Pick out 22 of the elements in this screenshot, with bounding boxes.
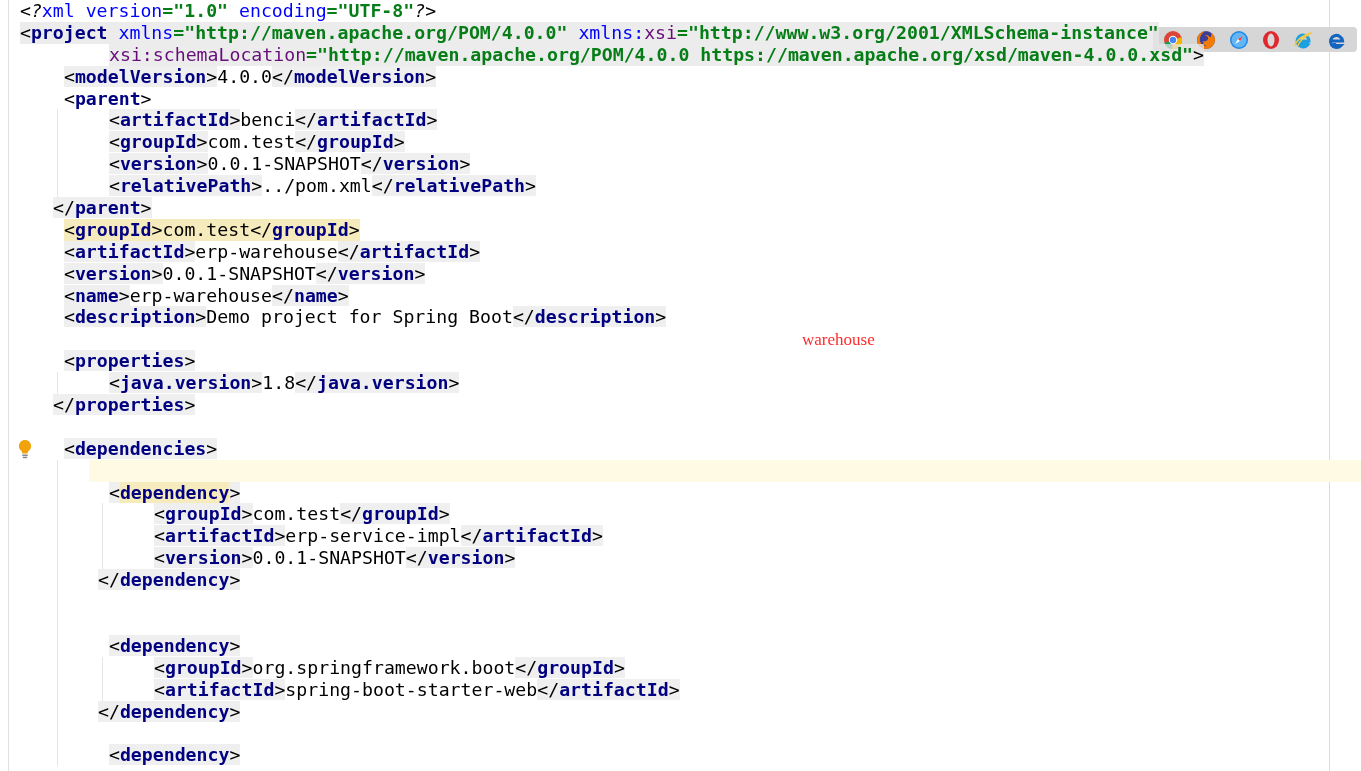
- code-line: <artifactId>spring-boot-starter-web</artifactId>: [153, 678, 680, 701]
- code-line: <version>0.0.1-SNAPSHOT</version>: [63, 262, 426, 285]
- code-line: <description>Demo project for Spring Boot</description>: [63, 306, 667, 329]
- code-line: <groupId>com.test</groupId>: [108, 131, 405, 154]
- code-line: <artifactId>benci</artifactId>: [108, 109, 438, 132]
- code-line: <?xml version="1.0" encoding="UTF-8"?>: [19, 0, 437, 22]
- code-line: <version>0.0.1-SNAPSHOT</version>: [108, 153, 471, 176]
- annotation-text: warehouse: [802, 330, 875, 350]
- code-line: <name>erp-warehouse</name>: [63, 284, 349, 307]
- compass-icon[interactable]: [1228, 29, 1249, 50]
- code-line: <groupId>com.test</groupId>: [153, 503, 450, 526]
- code-line: <modelVersion>4.0.0</modelVersion>: [63, 65, 437, 88]
- code-line: <artifactId>erp-warehouse</artifactId>: [63, 240, 481, 263]
- code-line: <parent>: [63, 87, 152, 110]
- code-line: <artifactId>erp-service-impl</artifactId>: [153, 525, 603, 548]
- lightbulb-icon[interactable]: [18, 438, 32, 459]
- code-line: <groupId>org.springframework.boot</groupId>: [153, 656, 625, 679]
- code-line: <relativePath>../pom.xml</relativePath>: [108, 175, 537, 198]
- letter-e-icon[interactable]: [1293, 29, 1314, 50]
- letter-o-icon[interactable]: [1261, 29, 1282, 50]
- code-line: <version>0.0.1-SNAPSHOT</version>: [153, 547, 516, 570]
- code-line: <java.version>1.8</java.version>: [108, 372, 460, 395]
